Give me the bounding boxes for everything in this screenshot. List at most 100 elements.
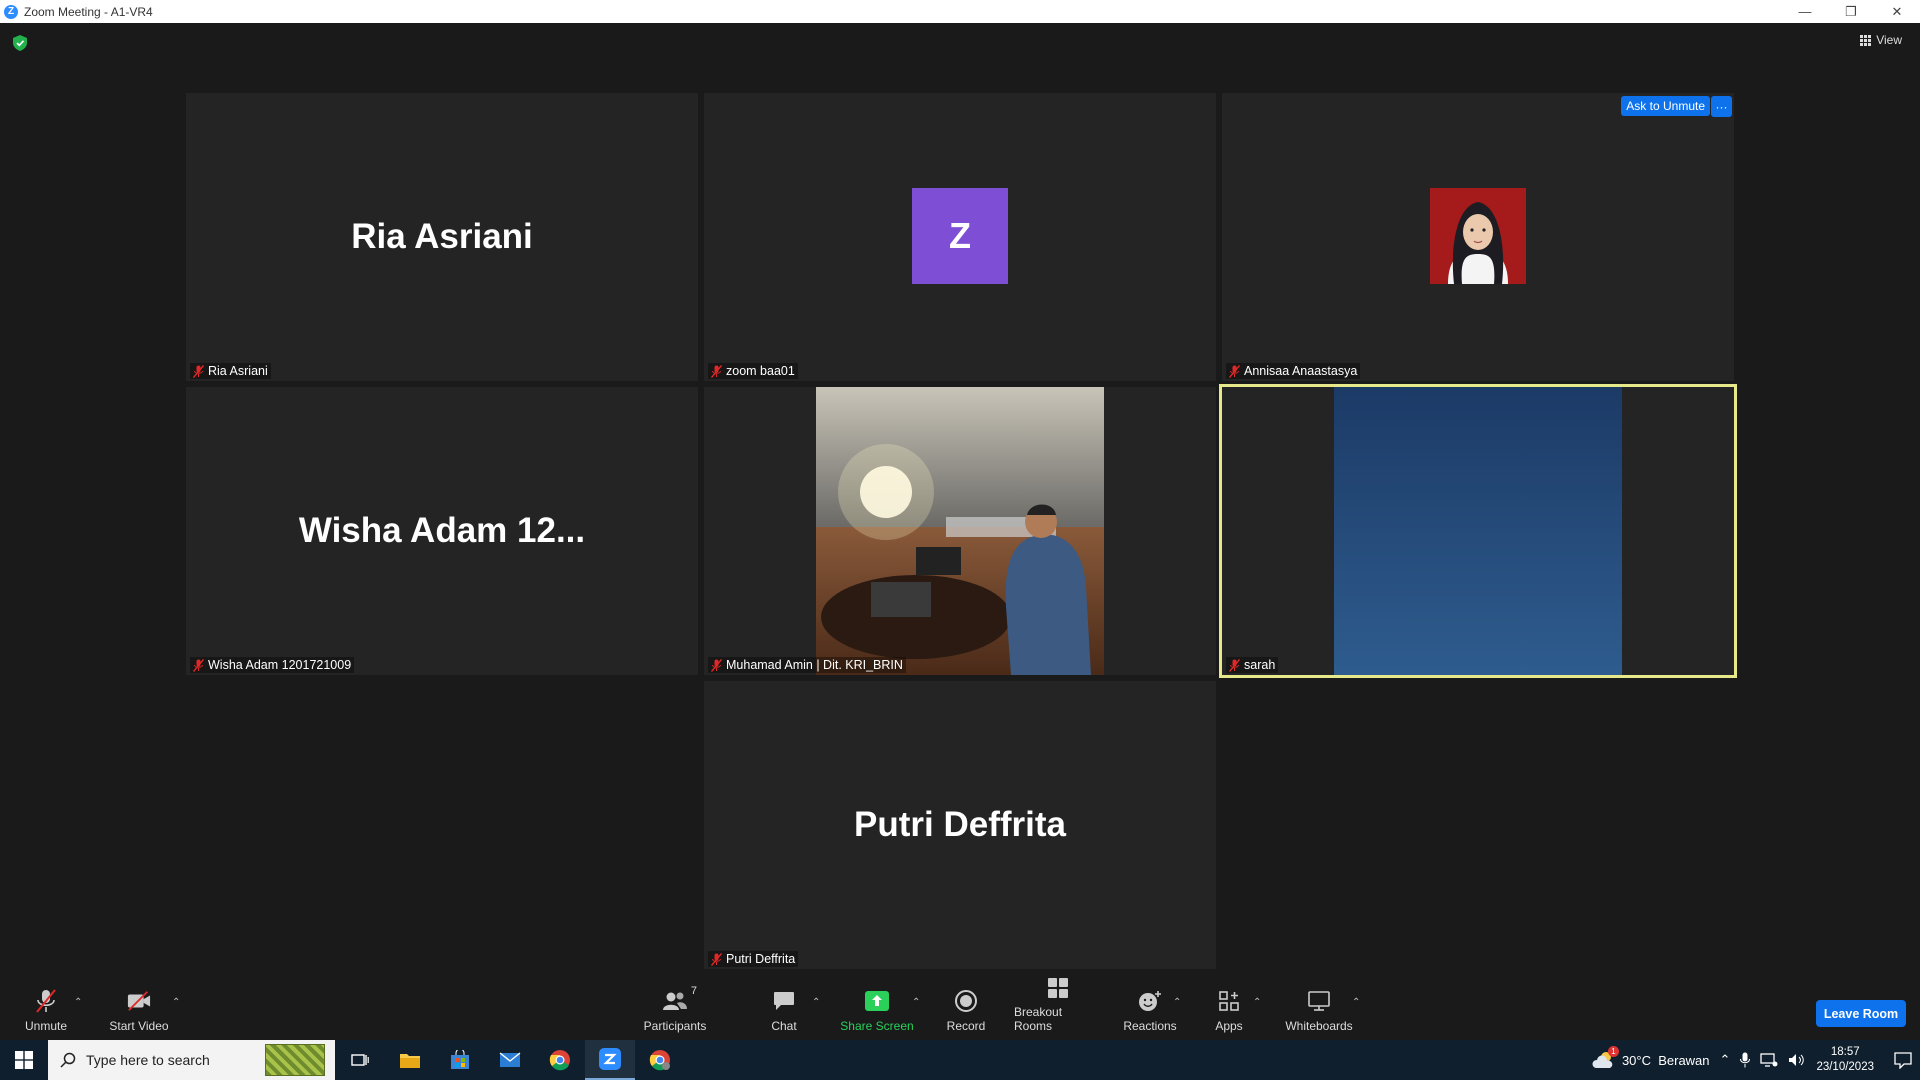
view-button[interactable]: View: [1860, 33, 1902, 47]
participant-name: Muhamad Amin | Dit. KRI_BRIN: [726, 658, 903, 672]
view-label: View: [1876, 33, 1902, 47]
video-tile-putri-deffrita[interactable]: Putri Deffrita Putri Deffrita: [704, 681, 1216, 969]
participants-button[interactable]: 7 Participants: [640, 979, 710, 1039]
participants-count: 7: [690, 985, 697, 997]
weather-widget[interactable]: 1 30°C Berawan: [1592, 1046, 1710, 1070]
participant-name-label: Annisaa Anaastasya: [1226, 363, 1361, 379]
search-icon: [60, 1052, 76, 1068]
apps-button[interactable]: Apps: [1212, 979, 1246, 1039]
reactions-button[interactable]: Reactions: [1123, 979, 1177, 1039]
muted-mic-icon: [711, 952, 722, 966]
video-off-icon: [127, 989, 151, 1013]
reactions-label: Reactions: [1123, 1019, 1177, 1033]
record-button[interactable]: Record: [944, 979, 988, 1039]
grid-view-icon: [1860, 34, 1872, 46]
show-hidden-icons-button[interactable]: ⌃: [1720, 1052, 1731, 1068]
unmute-label: Unmute: [24, 1019, 68, 1033]
participant-video: [816, 387, 1104, 675]
start-video-label: Start Video: [109, 1019, 169, 1033]
clock-date: 23/10/2023: [1816, 1061, 1874, 1073]
meeting-stage: View Ria Asriani Ria Asriani Z zoom baa0…: [0, 23, 1920, 979]
notification-center-icon[interactable]: [1894, 1051, 1912, 1069]
network-icon[interactable]: [1760, 1053, 1778, 1067]
system-tray: 1 30°C Berawan ⌃ 18:57 23/10/2023: [1592, 1040, 1920, 1080]
participant-name: Ria Asriani: [208, 364, 268, 378]
apps-options-caret[interactable]: ⌃: [1253, 997, 1261, 1008]
start-button[interactable]: [0, 1040, 48, 1080]
minimize-button[interactable]: —: [1782, 0, 1828, 23]
window-title: Zoom Meeting - A1-VR4: [24, 4, 153, 19]
whiteboard-icon: [1307, 989, 1331, 1013]
unmute-button[interactable]: Unmute: [22, 979, 70, 1039]
breakout-rooms-button[interactable]: Breakout Rooms: [1014, 978, 1102, 1039]
participant-name: Putri Deffrita: [726, 952, 796, 966]
muted-mic-icon: [711, 658, 722, 672]
file-explorer-taskbar-button[interactable]: [385, 1040, 435, 1080]
clock-time: 18:57: [1830, 1046, 1860, 1058]
participant-name-label: Wisha Adam 1201721009: [190, 657, 355, 673]
video-tile-ria-asriani[interactable]: Ria Asriani Ria Asriani: [186, 93, 698, 381]
share-screen-label: Share Screen: [840, 1019, 914, 1033]
window-controls: — ❐ ✕: [1782, 0, 1920, 23]
task-view-button[interactable]: [335, 1040, 385, 1080]
chat-options-caret[interactable]: ⌃: [812, 997, 820, 1008]
taskbar-clock[interactable]: 18:57 23/10/2023: [1816, 1045, 1874, 1075]
chat-label: Chat: [771, 1019, 797, 1033]
start-video-button[interactable]: Start Video: [106, 979, 172, 1039]
whiteboards-options-caret[interactable]: ⌃: [1352, 997, 1360, 1008]
participant-name-label: Muhamad Amin | Dit. KRI_BRIN: [708, 657, 906, 673]
close-button[interactable]: ✕: [1874, 0, 1920, 23]
search-highlight-image: [265, 1044, 325, 1076]
participants-label: Participants: [643, 1019, 707, 1033]
audio-options-caret[interactable]: ⌃: [74, 997, 82, 1008]
weather-text: 30°C Berawan: [1621, 1052, 1710, 1068]
participants-icon: 7: [655, 985, 697, 1013]
record-label: Record: [946, 1019, 986, 1033]
volume-icon[interactable]: [1788, 1053, 1806, 1067]
store-icon: [451, 1050, 469, 1069]
video-tile-zoom-baa01[interactable]: Z zoom baa01: [704, 93, 1216, 381]
whiteboards-button[interactable]: Whiteboards: [1282, 979, 1356, 1039]
store-taskbar-button[interactable]: [435, 1040, 485, 1080]
participant-name: Annisaa Anaastasya: [1244, 364, 1358, 378]
video-tile-annisaa[interactable]: Ask to Unmute ··· Annisaa Anaastasya: [1222, 93, 1734, 381]
zoom-logo-icon: Z: [4, 4, 18, 19]
microphone-icon[interactable]: [1740, 1052, 1751, 1068]
share-screen-button[interactable]: Share Screen: [840, 979, 914, 1039]
leave-room-button[interactable]: Leave Room: [1816, 1000, 1906, 1027]
share-screen-icon: [865, 989, 889, 1013]
mail-icon: [499, 1052, 521, 1067]
ask-to-unmute-button[interactable]: Ask to Unmute: [1621, 96, 1710, 116]
participant-name-label: Putri Deffrita: [708, 951, 799, 967]
apps-icon: [1217, 989, 1241, 1013]
zoom-taskbar-button[interactable]: [585, 1040, 635, 1080]
participant-name: Wisha Adam 1201721009: [208, 658, 352, 672]
chrome-taskbar-button[interactable]: [535, 1040, 585, 1080]
restore-button[interactable]: ❐: [1828, 0, 1874, 23]
reactions-options-caret[interactable]: ⌃: [1173, 997, 1181, 1008]
chat-icon: [772, 989, 796, 1013]
participant-name-label: Ria Asriani: [190, 363, 271, 379]
participant-name: sarah: [1244, 658, 1276, 672]
participant-display-name: Wisha Adam 12...: [298, 511, 586, 550]
weather-badge: 1: [1607, 1046, 1619, 1057]
participant-display-name: Ria Asriani: [351, 217, 533, 256]
encryption-shield-icon[interactable]: [13, 35, 27, 51]
video-tile-wisha-adam[interactable]: Wisha Adam 12... Wisha Adam 1201721009: [186, 387, 698, 675]
taskbar-search-box[interactable]: Type here to search: [48, 1040, 335, 1080]
whiteboards-label: Whiteboards: [1285, 1019, 1353, 1033]
chrome-profile-taskbar-button[interactable]: [635, 1040, 685, 1080]
apps-label: Apps: [1215, 1019, 1243, 1033]
chat-button[interactable]: Chat: [766, 979, 802, 1039]
muted-mic-icon: [711, 364, 722, 378]
breakout-rooms-label: Breakout Rooms: [1014, 1005, 1063, 1033]
video-tile-muhamad-amin[interactable]: Muhamad Amin | Dit. KRI_BRIN: [704, 387, 1216, 675]
share-options-caret[interactable]: ⌃: [912, 997, 920, 1008]
video-options-caret[interactable]: ⌃: [172, 997, 180, 1008]
more-options-button[interactable]: ···: [1711, 96, 1732, 117]
video-tile-sarah[interactable]: sarah: [1219, 384, 1737, 678]
mail-taskbar-button[interactable]: [485, 1040, 535, 1080]
muted-mic-icon: [1229, 364, 1240, 378]
muted-mic-icon: [34, 989, 58, 1013]
zoom-icon: [599, 1048, 621, 1070]
